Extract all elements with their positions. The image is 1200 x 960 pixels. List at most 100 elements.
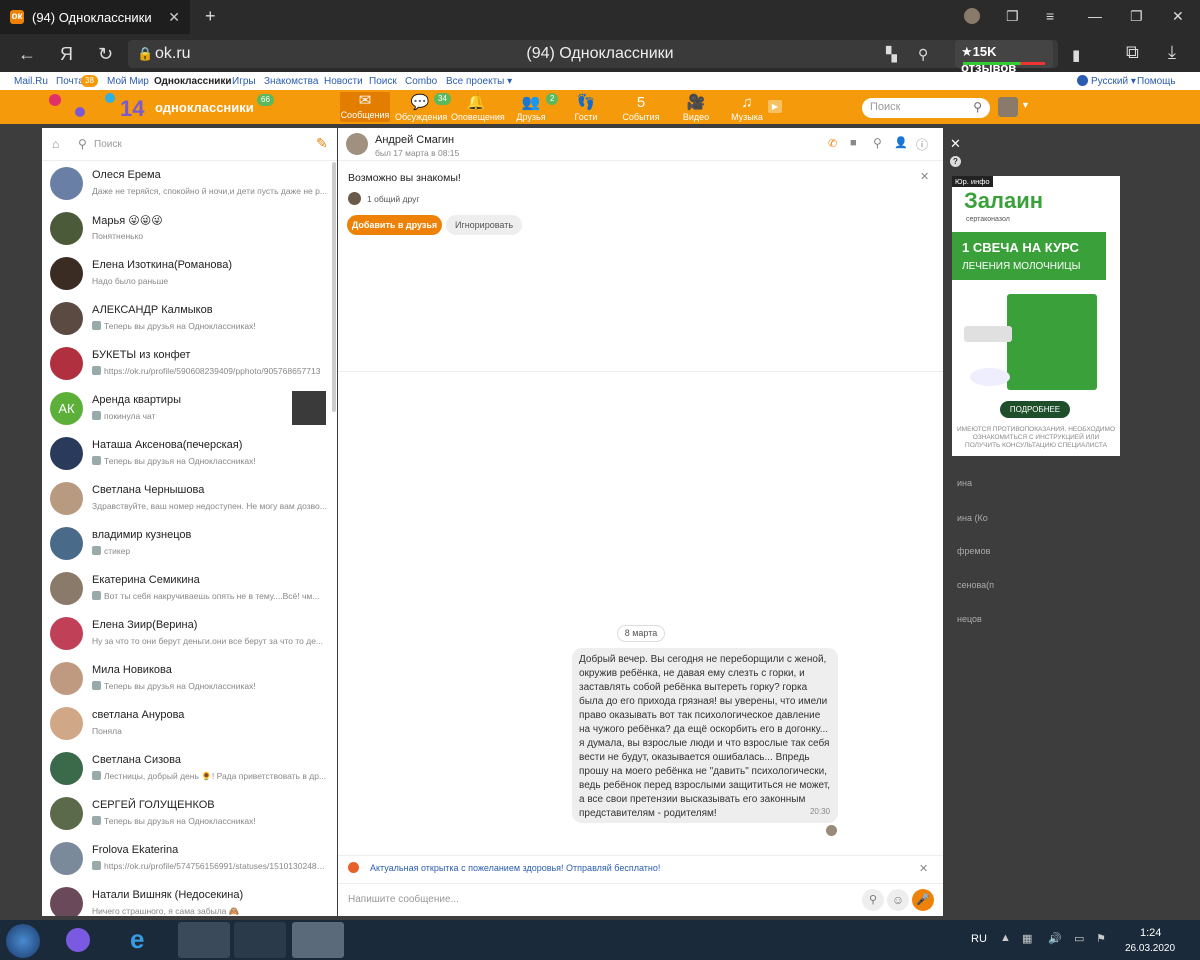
close-icon[interactable]: ✕	[919, 862, 928, 875]
sender-mini-avatar	[92, 321, 101, 330]
yandex-browser-icon[interactable]	[292, 922, 344, 958]
translate-icon[interactable]: ⧉	[1126, 42, 1139, 63]
chat-item[interactable]: Екатерина Семикина Вот ты себя накручивае…	[42, 567, 337, 612]
bookmark-icon[interactable]: ▮	[1072, 46, 1080, 64]
home-icon[interactable]: ⌂	[52, 137, 59, 151]
minimize-icon[interactable]: —	[1088, 8, 1102, 24]
advertisement[interactable]: Юр. инфо Залаин сертаконазол 1 СВЕЧА НА …	[952, 176, 1120, 456]
mutual-friends-count[interactable]: 1 общий друг	[367, 194, 419, 204]
download-icon[interactable]: ⤓	[1168, 42, 1176, 63]
search-icon[interactable]: ⚲	[873, 136, 882, 150]
action-center-icon[interactable]: ⚑	[1096, 932, 1106, 945]
battery-icon[interactable]: ▭	[1074, 932, 1084, 945]
info-icon[interactable]: ⓘ	[916, 136, 928, 153]
close-icon[interactable]: ✕	[920, 170, 929, 183]
chat-thumbnail[interactable]	[292, 391, 326, 425]
avatar	[50, 302, 83, 335]
browser-tab[interactable]: ок (94) Одноклассники ✕	[0, 0, 190, 34]
help-link[interactable]: Помощь	[1137, 76, 1176, 87]
clock-time[interactable]: 1:24	[1140, 927, 1161, 939]
chat-item[interactable]: Светлана Чернышова Здравствуйте, ваш номе…	[42, 477, 337, 522]
chat-item[interactable]: Марья 😜😜😜 Понятненько	[42, 207, 337, 252]
chat-search-input[interactable]: Поиск	[94, 139, 122, 150]
chat-item[interactable]: владимир кузнецов стикер	[42, 522, 337, 567]
tab-music[interactable]: ♫ Музыка	[722, 94, 772, 122]
ok-logo[interactable]: одноклассники	[155, 100, 254, 115]
microphone-icon[interactable]: 🎤	[912, 889, 934, 911]
chat-item[interactable]: Елена Изоткина(Романова) Надо было раньше	[42, 252, 337, 297]
reviews-badge[interactable]: ★15K отзывов	[955, 40, 1053, 75]
call-icon[interactable]: ✆	[828, 137, 837, 150]
message-input[interactable]: Напишите сообщение...	[348, 894, 459, 905]
chevron-down-icon[interactable]: ▼	[1021, 100, 1030, 110]
chat-item[interactable]: АЛЕКСАНДР Калмыков Теперь вы друзья на Од…	[42, 297, 337, 342]
language-select[interactable]: Русский ▾	[1091, 76, 1136, 87]
chat-item[interactable]: Натали Вишняк (Недосекина) Ничего страшно…	[42, 882, 337, 916]
portal-link[interactable]: Новости	[324, 76, 363, 87]
explorer-icon[interactable]	[178, 922, 230, 958]
start-button[interactable]	[6, 924, 40, 958]
tab-notifications[interactable]: 🔔 Оповещения	[451, 94, 505, 122]
ignore-button[interactable]: Игнорировать	[446, 215, 522, 235]
ok-search-input[interactable]: Поиск ⚲	[862, 98, 990, 118]
chat-item[interactable]: Олеся Ерема Даже не теряйся, спокойно й н…	[42, 162, 337, 207]
tab-video[interactable]: 🎥 Видео	[671, 94, 721, 122]
video-call-icon[interactable]: ■	[850, 137, 857, 149]
chat-item[interactable]: СЕРГЕЙ ГОЛУЩЕНКОВ Теперь вы друзья на Одн…	[42, 792, 337, 837]
chat-item[interactable]: АК Аренда квартиры покинула чат	[42, 387, 337, 432]
zoom-icon[interactable]: ⚲	[918, 46, 928, 63]
collections-icon[interactable]: ❐	[1006, 8, 1019, 25]
chat-item[interactable]: Мила Новикова Теперь вы друзья на Однокла…	[42, 657, 337, 702]
profile-avatar-icon[interactable]	[964, 8, 980, 24]
portal-link[interactable]: Почта	[56, 76, 84, 87]
scrollbar[interactable]	[332, 162, 336, 412]
media-player-icon[interactable]	[234, 922, 286, 958]
restore-icon[interactable]: ❐	[1130, 8, 1143, 25]
search-icon[interactable]: ⚲	[973, 100, 982, 114]
contact-avatar[interactable]	[346, 133, 368, 155]
ad-legal-label[interactable]: Юр. инфо	[952, 176, 993, 187]
chat-item[interactable]: Frolova Ekaterina https://ok.ru/profile/5…	[42, 837, 337, 882]
new-tab-icon[interactable]: +	[205, 6, 216, 27]
add-person-icon[interactable]: 👤	[894, 136, 908, 149]
compose-icon[interactable]: ✎	[316, 135, 328, 152]
user-avatar[interactable]	[998, 97, 1018, 117]
sender-mini-avatar	[92, 456, 101, 465]
ad-more-button[interactable]: ПОДРОБНЕЕ	[1000, 401, 1070, 418]
ie-icon[interactable]: e	[130, 924, 144, 955]
extension-icon[interactable]: ▚	[886, 46, 897, 63]
menu-icon[interactable]: ≡	[1046, 8, 1054, 24]
portal-link[interactable]: Combo	[405, 76, 437, 87]
help-icon[interactable]: ?	[950, 156, 961, 167]
tab-events[interactable]: 5 События	[616, 94, 666, 122]
portal-link[interactable]: Мой Мир	[107, 76, 149, 87]
clock-date[interactable]: 26.03.2020	[1125, 943, 1175, 954]
portal-link[interactable]: Игры	[232, 76, 256, 87]
chat-item[interactable]: светлана Анурова Поняла	[42, 702, 337, 747]
attach-icon[interactable]: ⚲	[862, 889, 884, 911]
network-icon[interactable]: ▦	[1022, 932, 1032, 945]
promo-link[interactable]: Актуальная открытка с пожеланием здоровь…	[370, 863, 660, 873]
chat-item[interactable]: Наташа Аксенова(печерская) Теперь вы друз…	[42, 432, 337, 477]
portal-link[interactable]: Знакомства	[264, 76, 318, 87]
tray-arrow-icon[interactable]: ▲	[1000, 932, 1011, 944]
play-icon[interactable]: ▶	[768, 100, 782, 113]
chat-item[interactable]: Елена Зиир(Верина) Ну за что то они берут…	[42, 612, 337, 657]
emoji-icon[interactable]: ☺	[887, 889, 909, 911]
contact-name[interactable]: Андрей Смагин	[375, 134, 454, 146]
close-window-icon[interactable]: ✕	[1172, 8, 1184, 25]
portal-link[interactable]: Все проекты ▾	[446, 76, 512, 87]
portal-link[interactable]: Одноклассники	[154, 76, 232, 87]
close-tab-icon[interactable]: ✕	[168, 9, 180, 26]
tab-guests[interactable]: 👣 Гости	[561, 94, 611, 122]
keyboard-language[interactable]: RU	[971, 933, 987, 945]
portal-link[interactable]: Поиск	[369, 76, 397, 87]
alice-icon[interactable]	[66, 928, 90, 952]
portal-link[interactable]: Mail.Ru	[14, 76, 48, 87]
chat-item[interactable]: БУКЕТЫ из конфет https://ok.ru/profile/59…	[42, 342, 337, 387]
add-friend-button[interactable]: Добавить в друзья	[347, 215, 442, 235]
volume-icon[interactable]: 🔊	[1048, 932, 1062, 945]
tab-messages[interactable]: ✉ Сообщения	[340, 92, 390, 122]
chat-item[interactable]: Светлана Сизова Лестницы, добрый день 🌻! …	[42, 747, 337, 792]
close-messenger-icon[interactable]: ✕	[950, 136, 961, 152]
